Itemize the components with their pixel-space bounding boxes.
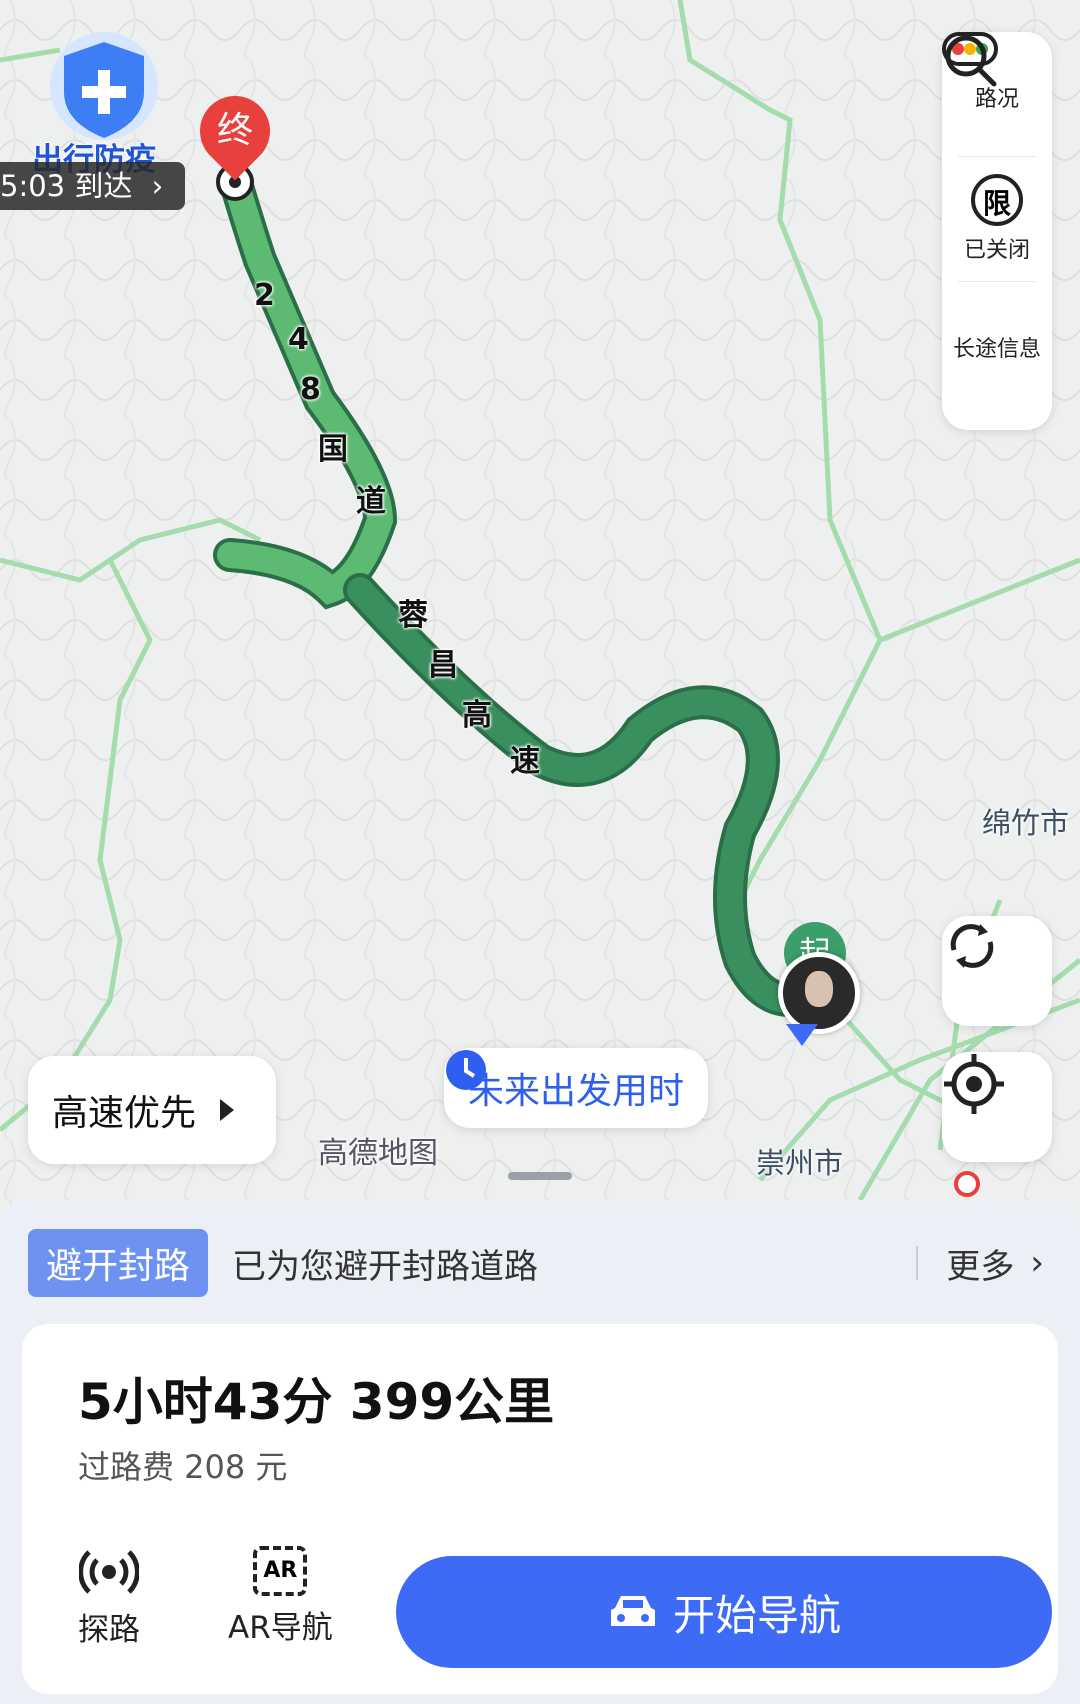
chevron-right-icon: › — [151, 169, 164, 203]
more-label: 更多 — [946, 1246, 1015, 1287]
destination-label: 终 — [216, 110, 253, 151]
destination-marker[interactable]: 终 — [185, 81, 285, 181]
road-closure-notice[interactable]: 避开封路 已为您避开封路道路 更多 › — [28, 1229, 1052, 1297]
road-label-char: 昌 — [428, 648, 458, 683]
more-link[interactable]: 更多 › — [916, 1239, 1044, 1288]
road-label-char: 2 — [254, 278, 275, 313]
road-label-char: 高 — [462, 698, 492, 733]
ar-navigation-button[interactable]: AR AR导航 — [228, 1546, 333, 1647]
chevron-right-icon: › — [1030, 1243, 1044, 1283]
map-view[interactable]: 绵竹市 崇州市 高德地图 2 4 8 国 道 蓉 昌 高 速 终 起 出行防疫 … — [0, 0, 1080, 1220]
route-duration-distance: 5小时43分 399公里 — [78, 1373, 555, 1431]
restriction-label: 已关闭 — [963, 238, 1030, 263]
road-label-char: 道 — [356, 484, 386, 519]
future-departure-label: 未来出发用时 — [468, 1071, 685, 1112]
drag-handle[interactable] — [508, 1172, 572, 1180]
future-departure-button[interactable]: 未来出发用时 — [444, 1048, 709, 1128]
radar-icon — [79, 1550, 139, 1594]
closure-tag: 避开封路 — [28, 1229, 209, 1297]
route-card[interactable]: 5小时43分 399公里 过路费 208 元 探路 AR AR导航 开始导航 — [22, 1324, 1058, 1694]
avatar-face-icon — [805, 971, 833, 1007]
locate-button[interactable] — [942, 1052, 1052, 1162]
ar-icon: AR — [253, 1546, 308, 1596]
avatar[interactable] — [778, 952, 860, 1034]
clock-icon — [446, 1050, 486, 1090]
search-icon — [945, 35, 997, 87]
eta-chip[interactable]: 5:03 到达 › — [0, 162, 186, 210]
refresh-icon — [950, 924, 994, 968]
ar-navigation-label: AR导航 — [228, 1610, 333, 1646]
epidemic-prevention-badge[interactable]: 出行防疫 — [28, 30, 188, 180]
restriction-toggle[interactable]: 限 已关闭 — [942, 157, 1052, 281]
car-icon — [610, 1596, 655, 1626]
divider — [916, 1246, 919, 1280]
bottom-panel: 避开封路 已为您避开封路道路 更多 › 5小时43分 399公里 过路费 208… — [0, 1200, 1080, 1704]
road-label-char: 4 — [288, 322, 309, 357]
explore-road-button[interactable]: 探路 — [78, 1546, 140, 1649]
road-label-char: 蓉 — [398, 598, 428, 633]
route-toll: 过路费 208 元 — [78, 1448, 288, 1486]
road-label-char: 国 — [318, 432, 348, 467]
refresh-button[interactable] — [942, 916, 1052, 1026]
start-navigation-label: 开始导航 — [672, 1590, 841, 1640]
long-distance-info-button[interactable]: 长途信息 — [942, 35, 1052, 406]
eta-text: 5:03 到达 — [0, 169, 133, 203]
restriction-icon: 限 — [971, 174, 1023, 226]
play-right-icon — [220, 1099, 235, 1121]
closure-text: 已为您避开封路道路 — [232, 1246, 539, 1287]
location-arrow-icon — [786, 1024, 818, 1046]
explore-road-label: 探路 — [78, 1612, 140, 1648]
map-brand: 高德地图 — [318, 1136, 438, 1171]
city-label: 崇州市 — [756, 1146, 844, 1180]
start-navigation-button[interactable]: 开始导航 — [396, 1556, 1052, 1668]
road-label-char: 速 — [510, 744, 540, 779]
route-preference-label: 高速优先 — [52, 1093, 197, 1134]
long-distance-label: 长途信息 — [952, 337, 1041, 362]
city-label: 绵竹市 — [982, 806, 1070, 840]
side-toolbar: 路况 限 已关闭 长途信息 — [942, 32, 1052, 430]
locate-icon — [944, 1054, 1004, 1114]
road-label-char: 8 — [300, 372, 321, 407]
route-preference-button[interactable]: 高速优先 — [28, 1056, 276, 1164]
